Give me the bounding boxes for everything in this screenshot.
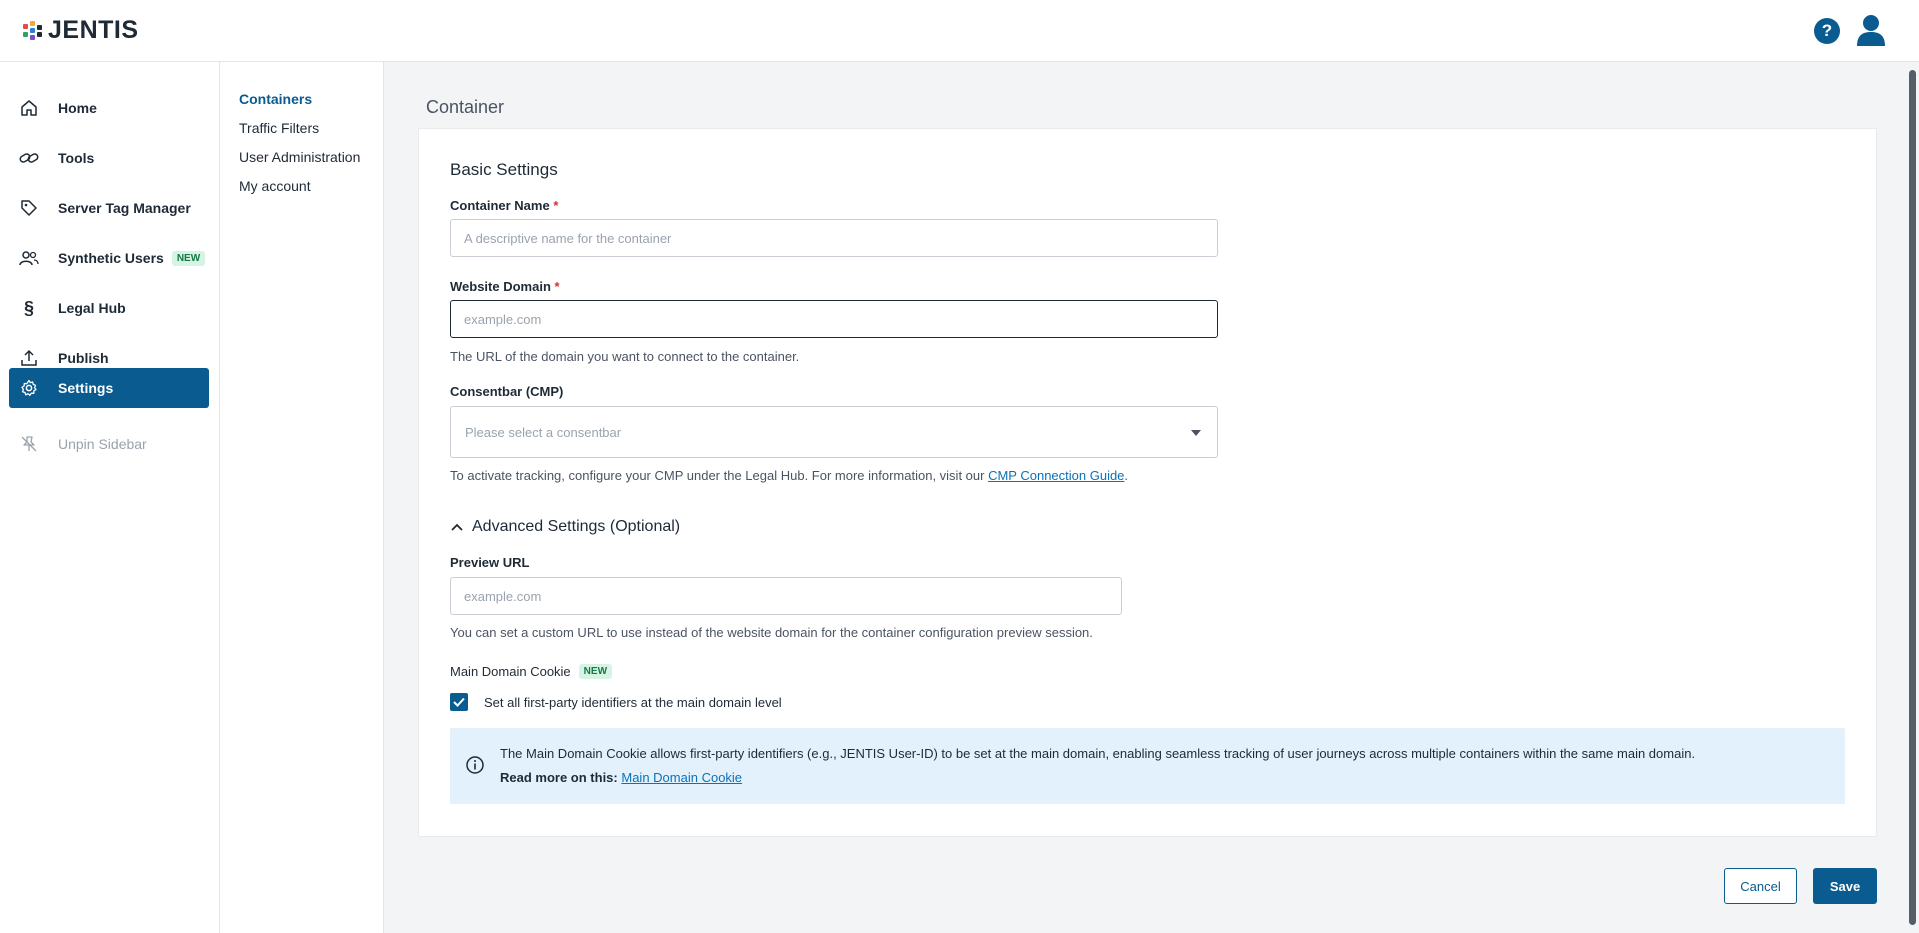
main-domain-cookie-info: The Main Domain Cookie allows first-part… bbox=[450, 728, 1845, 804]
help-button[interactable]: ? bbox=[1814, 18, 1840, 44]
subnav-item-containers[interactable]: Containers bbox=[239, 91, 312, 107]
container-name-label-text: Container Name bbox=[450, 198, 550, 213]
sidebar-item-tools[interactable]: Tools bbox=[9, 138, 209, 178]
container-name-input[interactable] bbox=[450, 219, 1218, 257]
link-icon bbox=[18, 147, 40, 169]
sidebar-item-label: Publish bbox=[58, 350, 109, 366]
upload-icon bbox=[18, 347, 40, 369]
consentbar-select[interactable]: Please select a consentbar bbox=[450, 406, 1218, 458]
sidebar-item-label: Legal Hub bbox=[58, 300, 126, 316]
container-name-label: Container Name * bbox=[450, 198, 558, 213]
sidebar-item-legal-hub[interactable]: § Legal Hub bbox=[9, 288, 209, 328]
cancel-button[interactable]: Cancel bbox=[1724, 868, 1797, 904]
chevron-down-icon bbox=[1191, 430, 1201, 436]
sidebar-item-server-tag-manager[interactable]: Server Tag Manager bbox=[9, 188, 209, 228]
sidebar-item-label: Synthetic Users bbox=[58, 250, 164, 266]
save-button[interactable]: Save bbox=[1813, 868, 1877, 904]
consentbar-placeholder: Please select a consentbar bbox=[465, 425, 622, 440]
consentbar-help-suffix: . bbox=[1124, 468, 1129, 483]
section-sign-icon: § bbox=[23, 297, 34, 318]
top-header: JENTIS ? bbox=[0, 0, 1919, 62]
sidebar-item-unpin[interactable]: Unpin Sidebar bbox=[9, 424, 209, 464]
read-more-label: Read more on this: bbox=[500, 770, 618, 785]
consentbar-help: To activate tracking, configure your CMP… bbox=[450, 468, 1128, 483]
main-domain-cookie-checkbox[interactable] bbox=[450, 693, 468, 711]
sidebar-item-label: Home bbox=[58, 100, 97, 116]
sidebar-item-label: Server Tag Manager bbox=[58, 200, 191, 216]
basic-settings-title: Basic Settings bbox=[450, 160, 558, 179]
sidebar-item-home[interactable]: Home bbox=[9, 88, 209, 128]
primary-sidebar: Home Tools Server Tag Manager Synthetic … bbox=[0, 62, 220, 933]
page-title: Container bbox=[426, 97, 505, 117]
checkmark-icon bbox=[453, 697, 465, 707]
user-icon bbox=[1857, 15, 1885, 46]
main-domain-cookie-label: Main Domain Cookie NEW bbox=[450, 664, 613, 679]
info-text: The Main Domain Cookie allows first-part… bbox=[500, 746, 1696, 761]
page-scrollbar[interactable] bbox=[1906, 62, 1919, 933]
chevron-up-icon bbox=[451, 523, 463, 531]
logo-mark-icon bbox=[22, 20, 42, 41]
main-domain-cookie-label-text: Main Domain Cookie bbox=[450, 664, 571, 679]
advanced-settings-toggle[interactable]: Advanced Settings (Optional) bbox=[450, 518, 680, 536]
home-icon bbox=[18, 97, 40, 119]
preview-url-help: You can set a custom URL to use instead … bbox=[450, 625, 1093, 640]
required-marker: * bbox=[553, 198, 559, 213]
new-badge: NEW bbox=[578, 664, 613, 679]
scrollbar-thumb[interactable] bbox=[1909, 70, 1916, 925]
info-read-more: Read more on this: Main Domain Cookie bbox=[500, 770, 742, 785]
new-badge: NEW bbox=[171, 250, 206, 266]
jentis-logo[interactable]: JENTIS bbox=[22, 16, 139, 45]
website-domain-help: The URL of the domain you want to connec… bbox=[450, 349, 800, 364]
subnav-item-my-account[interactable]: My account bbox=[239, 178, 311, 194]
gear-icon bbox=[18, 377, 40, 399]
sidebar-item-settings[interactable]: Settings bbox=[9, 368, 209, 408]
sidebar-item-label: Tools bbox=[58, 150, 95, 166]
website-domain-label: Website Domain * bbox=[450, 279, 560, 294]
settings-subnav: Containers Traffic Filters User Administ… bbox=[220, 62, 384, 933]
preview-url-label: Preview URL bbox=[450, 555, 530, 570]
user-account-button[interactable] bbox=[1857, 14, 1885, 46]
sidebar-item-label: Settings bbox=[58, 380, 114, 396]
main-domain-cookie-checkbox-label[interactable]: Set all first-party identifiers at the m… bbox=[484, 695, 782, 710]
unpin-icon bbox=[18, 433, 40, 455]
website-domain-label-text: Website Domain bbox=[450, 279, 551, 294]
sidebar-item-synthetic-users[interactable]: Synthetic Users NEW bbox=[9, 238, 209, 278]
logo-text: JENTIS bbox=[48, 16, 139, 44]
info-icon bbox=[465, 755, 485, 778]
required-marker: * bbox=[554, 279, 560, 294]
advanced-settings-label: Advanced Settings (Optional) bbox=[472, 518, 681, 535]
website-domain-input[interactable] bbox=[450, 300, 1218, 338]
tag-icon bbox=[18, 197, 40, 219]
consentbar-help-text: To activate tracking, configure your CMP… bbox=[450, 468, 989, 483]
users-icon bbox=[18, 247, 40, 269]
main-domain-cookie-link[interactable]: Main Domain Cookie bbox=[621, 770, 742, 785]
preview-url-input[interactable] bbox=[450, 577, 1122, 615]
subnav-item-traffic-filters[interactable]: Traffic Filters bbox=[239, 120, 319, 136]
help-icon: ? bbox=[1821, 21, 1833, 40]
subnav-item-user-administration[interactable]: User Administration bbox=[239, 149, 360, 165]
consentbar-label: Consentbar (CMP) bbox=[450, 384, 564, 399]
cmp-connection-guide-link[interactable]: CMP Connection Guide bbox=[988, 468, 1124, 483]
sidebar-item-label: Unpin Sidebar bbox=[58, 436, 147, 452]
